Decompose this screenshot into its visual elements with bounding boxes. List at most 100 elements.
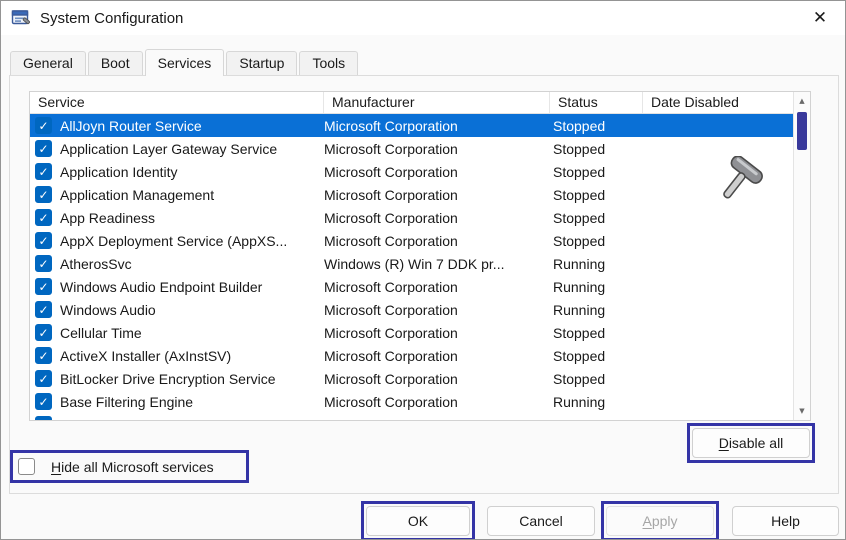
service-checkbox[interactable]: ✓ (35, 393, 52, 410)
hide-microsoft-services-control[interactable]: Hide all Microsoft services (15, 455, 244, 478)
service-row[interactable]: ✓ ActiveX Installer (AxInstSV) Microsoft C… (30, 344, 793, 367)
service-name: Windows Audio (60, 302, 156, 318)
service-checkbox[interactable]: ✓ (35, 117, 52, 134)
msconfig-app-icon (11, 8, 31, 28)
title-bar: System Configuration ✕ (1, 1, 845, 35)
service-manufacturer: Microsoft Corporation (324, 118, 550, 134)
help-button[interactable]: Help (732, 506, 839, 536)
hammer-cursor-icon (713, 156, 771, 210)
service-checkbox[interactable]: ✓ (35, 140, 52, 157)
service-status: Stopped (550, 164, 643, 180)
service-row[interactable]: ✓ Application Identity Microsoft Corporati… (30, 160, 793, 183)
service-status: Running (550, 256, 643, 272)
service-checkbox[interactable]: ✓ (35, 416, 52, 420)
scroll-up-icon[interactable]: ▲ (794, 95, 810, 107)
service-checkbox[interactable]: ✓ (35, 232, 52, 249)
service-manufacturer: Microsoft Corporation (324, 279, 550, 295)
service-name: Application Identity (60, 164, 178, 180)
service-checkbox[interactable]: ✓ (35, 278, 52, 295)
service-status: Running (550, 302, 643, 318)
service-status: Stopped (550, 141, 643, 157)
service-row[interactable]: ✓ BitLocker Drive Encryption Service Micro… (30, 367, 793, 390)
service-manufacturer: Microsoft Corporation (324, 371, 550, 387)
service-checkbox[interactable]: ✓ (35, 347, 52, 364)
tab-general[interactable]: General (10, 51, 86, 75)
service-checkbox[interactable]: ✓ (35, 301, 52, 318)
service-status: Stopped (550, 233, 643, 249)
service-name: ActiveX Installer (AxInstSV) (60, 348, 231, 364)
service-row[interactable]: ✓ Cellular Time Microsoft CorporationStopp… (30, 321, 793, 344)
column-header-manufacturer[interactable]: Manufacturer (324, 92, 550, 113)
scroll-down-icon[interactable]: ▼ (794, 405, 810, 417)
apply-button[interactable]: Apply (606, 506, 714, 536)
tab-bar: GeneralBootServicesStartupTools (10, 49, 360, 76)
service-checkbox[interactable]: ✓ (35, 370, 52, 387)
service-name: Windows Audio Endpoint Builder (60, 279, 262, 295)
vertical-scrollbar[interactable]: ▲ ▼ (793, 92, 810, 420)
cancel-button[interactable]: Cancel (487, 506, 595, 536)
apply-annotation: Apply (601, 501, 719, 540)
service-row[interactable]: ✓ Windows Audio Endpoint Builder Microsoft… (30, 275, 793, 298)
tab-tools[interactable]: Tools (299, 51, 358, 75)
service-row[interactable]: ✓ AllJoyn Router Service Microsoft Corpora… (30, 114, 793, 137)
service-checkbox[interactable]: ✓ (35, 324, 52, 341)
service-manufacturer: Microsoft Corporation (324, 325, 550, 341)
hide-microsoft-services-checkbox[interactable] (18, 458, 35, 475)
service-row[interactable]: ✓ AtherosSvc Windows (R) Win 7 DDK pr...Ru… (30, 252, 793, 275)
service-row[interactable]: ✓ (30, 413, 793, 420)
service-name: Application Layer Gateway Service (60, 141, 277, 157)
service-row[interactable]: ✓ Application Management Microsoft Corpora… (30, 183, 793, 206)
service-checkbox[interactable]: ✓ (35, 163, 52, 180)
service-manufacturer: Microsoft Corporation (324, 302, 550, 318)
tab-startup[interactable]: Startup (226, 51, 297, 75)
window-title: System Configuration (40, 10, 183, 27)
disable-all-button[interactable]: Disable all (692, 428, 810, 458)
service-name: Application Management (60, 187, 214, 203)
tab-boot[interactable]: Boot (88, 51, 143, 75)
service-manufacturer: Microsoft Corporation (324, 164, 550, 180)
service-manufacturer: Microsoft Corporation (324, 187, 550, 203)
service-row[interactable]: ✓ AppX Deployment Service (AppXS... Micros… (30, 229, 793, 252)
column-header-service[interactable]: Service (30, 92, 324, 113)
service-checkbox[interactable]: ✓ (35, 209, 52, 226)
service-name: Cellular Time (60, 325, 142, 341)
service-name: BitLocker Drive Encryption Service (60, 371, 276, 387)
service-status: Stopped (550, 348, 643, 364)
service-row[interactable]: ✓ Windows Audio Microsoft CorporationRunni… (30, 298, 793, 321)
column-header-date-disabled[interactable]: Date Disabled (643, 92, 793, 113)
service-name: App Readiness (60, 210, 155, 226)
service-name: AllJoyn Router Service (60, 118, 202, 134)
services-listview: Service Manufacturer Status Date Disable… (29, 91, 811, 421)
service-name: AtherosSvc (60, 256, 132, 272)
service-row[interactable]: ✓ App Readiness Microsoft CorporationStopp… (30, 206, 793, 229)
close-icon[interactable]: ✕ (805, 4, 835, 32)
service-status: Stopped (550, 210, 643, 226)
hide-microsoft-services-label: Hide all Microsoft services (51, 459, 214, 475)
scrollbar-thumb[interactable] (797, 112, 807, 150)
ok-button[interactable]: OK (366, 506, 470, 536)
service-row[interactable]: ✓ Application Layer Gateway Service Micros… (30, 137, 793, 160)
service-name: Base Filtering Engine (60, 394, 193, 410)
service-manufacturer: Microsoft Corporation (324, 394, 550, 410)
service-status: Stopped (550, 187, 643, 203)
column-header-status[interactable]: Status (550, 92, 643, 113)
service-manufacturer: Windows (R) Win 7 DDK pr... (324, 256, 550, 272)
system-configuration-dialog: System Configuration ✕ GeneralBootServic… (0, 0, 846, 540)
service-checkbox[interactable]: ✓ (35, 186, 52, 203)
disable-all-annotation: Disable all (687, 423, 815, 463)
service-manufacturer: Microsoft Corporation (324, 348, 550, 364)
service-checkbox[interactable]: ✓ (35, 255, 52, 272)
service-manufacturer: Microsoft Corporation (324, 233, 550, 249)
service-manufacturer: Microsoft Corporation (324, 210, 550, 226)
service-status: Stopped (550, 325, 643, 341)
tab-services[interactable]: Services (145, 49, 225, 76)
service-status: Running (550, 279, 643, 295)
service-row[interactable]: ✓ Base Filtering Engine Microsoft Corporat… (30, 390, 793, 413)
table-body: ✓ AllJoyn Router Service Microsoft Corpora… (30, 114, 793, 420)
service-status: Stopped (550, 371, 643, 387)
service-name: AppX Deployment Service (AppXS... (60, 233, 287, 249)
service-status: Stopped (550, 118, 643, 134)
service-status: Running (550, 394, 643, 410)
ok-annotation: OK (361, 501, 475, 540)
service-manufacturer: Microsoft Corporation (324, 141, 550, 157)
